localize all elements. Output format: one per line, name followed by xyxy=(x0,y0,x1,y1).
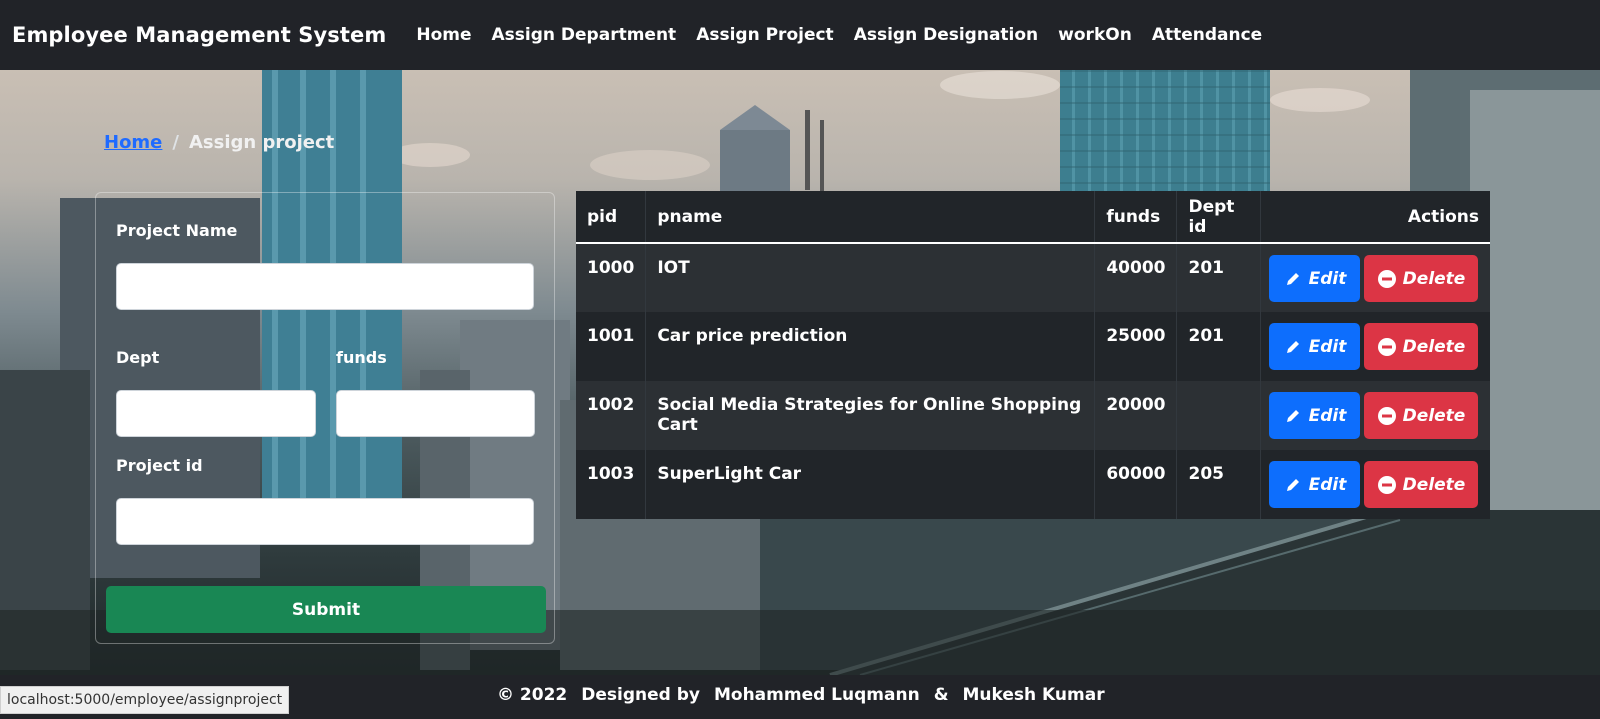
cell-dept xyxy=(1176,381,1262,450)
pencil-icon xyxy=(1283,269,1303,289)
nav-home[interactable]: Home xyxy=(416,25,471,45)
cell-pid: 1001 xyxy=(576,312,647,381)
nav-attendance[interactable]: Attendance xyxy=(1152,25,1262,45)
footer-author-1: Mohammed Luqmann xyxy=(713,685,920,705)
cell-actions: Edit Delete xyxy=(1261,450,1490,519)
cell-pname: Car price prediction xyxy=(645,312,1096,381)
footer-author-2: Mukesh Kumar xyxy=(962,685,1105,705)
navbar-brand[interactable]: Employee Management System xyxy=(12,23,386,47)
delete-label: Delete xyxy=(1402,268,1466,289)
cell-funds: 25000 xyxy=(1094,312,1178,381)
header-funds: funds xyxy=(1094,191,1178,244)
status-bar-url: localhost:5000/employee/assignproject xyxy=(0,686,290,714)
funds-label: funds xyxy=(336,348,387,367)
edit-button[interactable]: Edit xyxy=(1269,323,1360,370)
edit-label: Edit xyxy=(1308,336,1347,357)
cell-pname: IOT xyxy=(645,243,1096,312)
cell-funds: 40000 xyxy=(1094,243,1178,312)
pencil-icon xyxy=(1283,475,1303,495)
breadcrumb-current: Assign project xyxy=(188,132,335,153)
nav-assign-department[interactable]: Assign Department xyxy=(492,25,677,45)
table-row: 1000 IOT 40000 201 Edit Delete xyxy=(576,243,1490,312)
delete-label: Delete xyxy=(1402,405,1466,426)
project-name-label: Project Name xyxy=(116,221,238,240)
edit-label: Edit xyxy=(1308,268,1347,289)
cell-pname: SuperLight Car xyxy=(645,450,1096,519)
header-pname: pname xyxy=(645,191,1096,244)
edit-label: Edit xyxy=(1308,405,1347,426)
table-header-row: pid pname funds Dept id Actions xyxy=(576,191,1490,244)
edit-button[interactable]: Edit xyxy=(1269,461,1360,508)
delete-button[interactable]: Delete xyxy=(1364,323,1478,370)
header-pid: pid xyxy=(576,191,647,244)
cell-dept: 201 xyxy=(1176,243,1262,312)
delete-label: Delete xyxy=(1402,474,1466,495)
cell-actions: Edit Delete xyxy=(1261,381,1490,450)
edit-button[interactable]: Edit xyxy=(1269,255,1360,302)
table-row: 1002 Social Media Strategies for Online … xyxy=(576,381,1490,450)
pencil-icon xyxy=(1283,337,1303,357)
breadcrumb-home-link[interactable]: Home xyxy=(104,132,162,153)
cell-dept: 205 xyxy=(1176,450,1262,519)
delete-label: Delete xyxy=(1402,336,1466,357)
footer-ampersand: & xyxy=(933,685,949,705)
minus-circle-icon xyxy=(1377,337,1397,357)
project-id-input[interactable] xyxy=(116,498,534,545)
cell-dept: 201 xyxy=(1176,312,1262,381)
footer-designed-by: Designed by xyxy=(581,685,700,705)
funds-input[interactable] xyxy=(336,390,535,437)
footer-copyright: © 2022 xyxy=(497,685,568,705)
dept-input[interactable] xyxy=(116,390,316,437)
delete-button[interactable]: Delete xyxy=(1364,255,1478,302)
header-dept-id: Dept id xyxy=(1176,191,1262,244)
cell-pname: Social Media Strategies for Online Shopp… xyxy=(645,381,1096,450)
cell-funds: 60000 xyxy=(1094,450,1178,519)
delete-button[interactable]: Delete xyxy=(1364,461,1478,508)
footer-credits: © 2022 Designed by Mohammed Luqmann & Mu… xyxy=(497,685,1105,705)
projects-table: pid pname funds Dept id Actions 1000 IOT… xyxy=(576,191,1490,519)
minus-circle-icon xyxy=(1377,269,1397,289)
cell-funds: 20000 xyxy=(1094,381,1178,450)
table-row: 1001 Car price prediction 25000 201 Edit xyxy=(576,312,1490,381)
breadcrumb-separator: / xyxy=(172,132,179,153)
project-name-input[interactable] xyxy=(116,263,534,310)
submit-button[interactable]: Submit xyxy=(106,586,546,633)
nav-assign-project[interactable]: Assign Project xyxy=(696,25,834,45)
minus-circle-icon xyxy=(1377,406,1397,426)
minus-circle-icon xyxy=(1377,475,1397,495)
breadcrumb: Home / Assign project xyxy=(104,132,334,153)
project-id-label: Project id xyxy=(116,456,203,475)
edit-label: Edit xyxy=(1308,474,1347,495)
cell-pid: 1002 xyxy=(576,381,647,450)
assign-project-form: Project Name Dept funds Project id Submi… xyxy=(95,192,555,644)
cell-actions: Edit Delete xyxy=(1261,312,1490,381)
nav-assign-designation[interactable]: Assign Designation xyxy=(854,25,1038,45)
delete-button[interactable]: Delete xyxy=(1364,392,1478,439)
cell-pid: 1003 xyxy=(576,450,647,519)
cell-pid: 1000 xyxy=(576,243,647,312)
pencil-icon xyxy=(1283,406,1303,426)
navbar: Employee Management System Home Assign D… xyxy=(0,0,1600,70)
header-actions: Actions xyxy=(1260,191,1490,244)
edit-button[interactable]: Edit xyxy=(1269,392,1360,439)
cell-actions: Edit Delete xyxy=(1261,243,1490,312)
dept-label: Dept xyxy=(116,348,160,367)
table-row: 1003 SuperLight Car 60000 205 Edit Delet… xyxy=(576,450,1490,519)
nav-workon[interactable]: workOn xyxy=(1058,25,1132,45)
